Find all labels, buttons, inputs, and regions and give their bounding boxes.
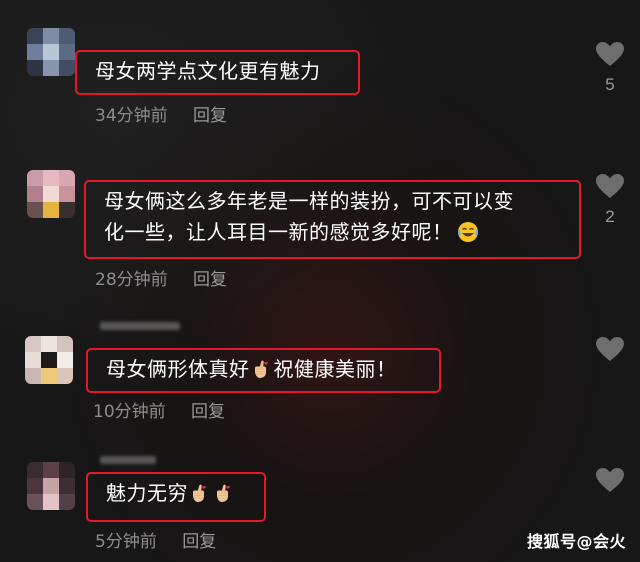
heart-icon (596, 174, 624, 198)
heart-icon (596, 468, 624, 492)
finger-heart-icon (217, 484, 230, 502)
comment-text: 母女俩形体真好 (106, 357, 250, 381)
heart-icon (596, 42, 624, 66)
comment-meta: 28分钟前 回复 (95, 265, 227, 290)
watermark: 搜狐号@会火 (526, 532, 626, 551)
reply-button[interactable]: 回复 (193, 270, 227, 290)
comment-text-line: 化一些，让人耳目一新的感觉多好呢！ (104, 217, 569, 248)
comment-text-box: 母女俩形体真好 祝健康美丽！ (86, 348, 441, 393)
avatar[interactable] (27, 170, 75, 218)
reply-button[interactable]: 回复 (182, 532, 216, 552)
like-button[interactable] (588, 468, 632, 501)
comment-section: 母女两学点文化更有魅力 34分钟前 回复 5 母女俩这么多年老是一样的装扮，可不 (0, 0, 640, 562)
like-count: 2 (605, 207, 615, 226)
avatar[interactable] (27, 28, 75, 76)
comment-text: 祝健康美丽！ (273, 357, 397, 381)
comment-time: 34分钟前 (95, 106, 168, 126)
comment-time: 28分钟前 (95, 270, 168, 290)
heart-icon (596, 337, 624, 361)
comment-meta: 5分钟前 回复 (95, 527, 216, 552)
comment-text: 化一些，让人耳目一新的感觉多好呢！ (104, 220, 453, 244)
laughing-tears-icon (457, 222, 478, 242)
comment-text: 母女两学点文化更有魅力 (95, 59, 321, 83)
avatar[interactable] (27, 462, 75, 510)
comment-time: 5分钟前 (95, 532, 157, 552)
reply-button[interactable]: 回复 (193, 106, 227, 126)
comment-text-box: 魅力无穷 (86, 472, 266, 522)
avatar[interactable] (25, 336, 73, 384)
comment-text-box: 母女两学点文化更有魅力 (75, 50, 360, 95)
reply-button[interactable]: 回复 (191, 402, 225, 422)
comment-text: 魅力无穷 (106, 481, 188, 505)
finger-heart-icon (193, 484, 206, 502)
like-button[interactable]: 2 (588, 174, 632, 227)
like-count: 5 (605, 75, 615, 94)
comment-meta: 34分钟前 回复 (95, 101, 227, 126)
username-blurred (100, 456, 156, 464)
comment-text-box: 母女俩这么多年老是一样的装扮，可不可以变 化一些，让人耳目一新的感觉多好呢！ (84, 180, 581, 259)
like-button[interactable] (588, 337, 632, 370)
comment-text-line: 母女俩这么多年老是一样的装扮，可不可以变 (104, 189, 514, 213)
comment-time: 10分钟前 (93, 402, 166, 422)
finger-heart-icon (254, 360, 268, 378)
username-blurred (100, 322, 180, 330)
comment-meta: 10分钟前 回复 (93, 397, 225, 422)
like-button[interactable]: 5 (588, 42, 632, 95)
